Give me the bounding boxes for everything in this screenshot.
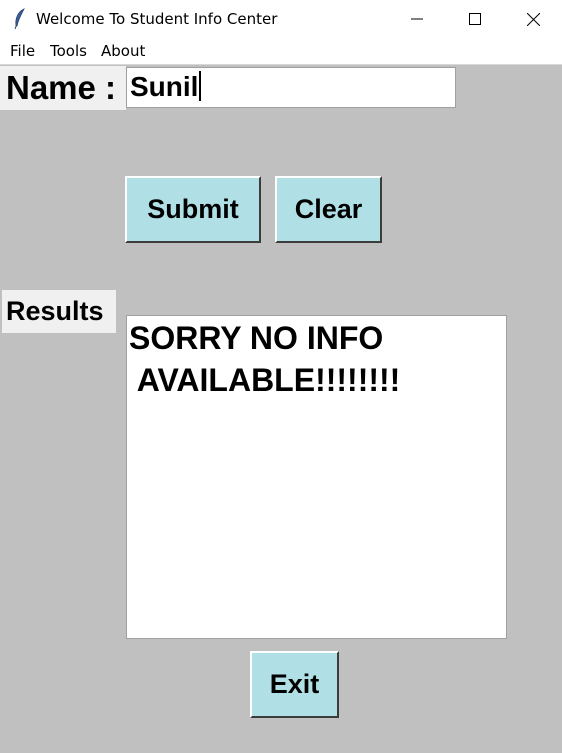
menu-about[interactable]: About (101, 42, 145, 60)
clear-button[interactable]: Clear (275, 176, 382, 243)
window-title: Welcome To Student Info Center (36, 10, 278, 28)
feather-icon (12, 8, 28, 30)
close-button[interactable] (504, 0, 562, 38)
name-label: Name : (0, 66, 126, 110)
minimize-icon (411, 18, 423, 20)
results-line: SORRY NO INFO (129, 320, 384, 356)
menu-tools[interactable]: Tools (50, 42, 87, 60)
menu-bar: File Tools About (0, 38, 562, 65)
minimize-button[interactable] (388, 0, 446, 38)
submit-button[interactable]: Submit (125, 176, 261, 243)
maximize-icon (469, 13, 481, 25)
menu-file[interactable]: File (10, 42, 35, 60)
results-label: Results (2, 290, 116, 333)
results-line: AVAILABLE!!!!!!!! (129, 362, 401, 398)
maximize-button[interactable] (446, 0, 504, 38)
title-bar: Welcome To Student Info Center (0, 0, 562, 38)
name-input[interactable]: Sunil (126, 67, 456, 108)
text-caret (199, 71, 202, 101)
close-icon (526, 12, 540, 26)
exit-button[interactable]: Exit (250, 651, 339, 718)
name-input-value: Sunil (130, 71, 199, 102)
results-textbox[interactable]: SORRY NO INFO AVAILABLE!!!!!!!! (126, 315, 507, 639)
